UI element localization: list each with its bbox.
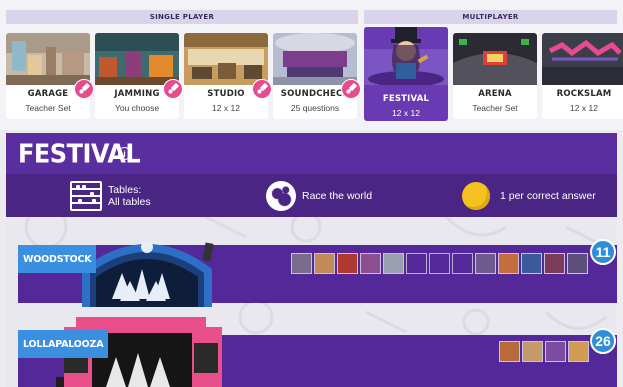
rule-race: Race the world	[266, 180, 372, 212]
mode-name: ARENA	[478, 89, 512, 99]
mode-selector: SINGLE PLAYER MULTIPLAYER GARAGE Teacher…	[0, 0, 623, 130]
rule-tables: Tables: All tables	[70, 180, 151, 212]
festival-thumbnail	[364, 27, 448, 85]
player-avatar[interactable]	[291, 253, 312, 274]
coins-label: 1 per correct answer	[500, 190, 596, 202]
mode-tile-festival[interactable]: FESTIVAL 12 x 12	[364, 27, 448, 121]
multiplayer-header: MULTIPLAYER	[364, 10, 617, 24]
mode-setting: Teacher Set	[472, 103, 518, 113]
player-avatar[interactable]	[521, 253, 542, 274]
festival-lanes: WOODSTOCK 11 LOLLAPALOOZA 26	[6, 217, 617, 387]
player-avatar[interactable]	[522, 341, 543, 362]
lollapalooza-players	[499, 341, 591, 363]
garage-thumbnail	[6, 33, 90, 85]
guitar-icon	[163, 79, 183, 99]
mode-tile-rockslam[interactable]: ROCKSLAM 12 x 12	[542, 33, 623, 119]
player-avatar[interactable]	[383, 253, 404, 274]
globe-icon	[266, 181, 296, 211]
rockslam-thumbnail	[542, 33, 623, 85]
player-avatar[interactable]	[568, 341, 589, 362]
empty-slot	[406, 253, 427, 274]
rule-coins: 1 per correct answer	[462, 180, 596, 212]
race-label: Race the world	[302, 190, 373, 202]
mode-tile-garage[interactable]: GARAGE Teacher Set	[6, 33, 94, 119]
mode-setting: 12 x 12	[392, 108, 420, 118]
lane-name-woodstock: WOODSTOCK	[18, 245, 97, 273]
mode-tile-jamming[interactable]: JAMMING You choose	[95, 33, 183, 119]
player-avatar[interactable]	[337, 253, 358, 274]
abacus-icon	[70, 181, 102, 211]
studio-thumbnail	[184, 33, 268, 85]
player-avatar[interactable]	[499, 341, 520, 362]
soundcheck-thumbnail	[273, 33, 357, 85]
empty-slot	[452, 253, 473, 274]
tables-label: Tables:	[108, 184, 142, 196]
player-count-badge: 11	[590, 239, 616, 265]
player-avatar[interactable]	[545, 341, 566, 362]
player-count-badge: 26	[590, 328, 616, 354]
mode-setting: 12 x 12	[212, 103, 240, 113]
player-avatar[interactable]	[544, 253, 565, 274]
jamming-thumbnail	[95, 33, 179, 85]
game-rules-bar: Tables: All tables Race the world 1 per …	[6, 174, 617, 217]
woodstock-players	[291, 253, 591, 275]
player-avatar[interactable]	[567, 253, 588, 274]
festival-panel-header: FESTIVAL i	[6, 133, 617, 174]
info-icon[interactable]: i	[118, 147, 131, 160]
mode-tile-studio[interactable]: STUDIO 12 x 12	[184, 33, 272, 119]
mode-name: ROCKSLAM	[556, 89, 612, 99]
lane-name-lollapalooza: LOLLAPALOOZA	[18, 330, 109, 358]
empty-slot	[429, 253, 450, 274]
mode-setting: 12 x 12	[570, 103, 598, 113]
guitar-icon	[74, 79, 94, 99]
mode-setting: 25 questions	[290, 103, 340, 113]
player-avatar[interactable]	[498, 253, 519, 274]
single-player-header: SINGLE PLAYER	[6, 10, 358, 24]
arena-thumbnail	[453, 33, 537, 85]
mode-tile-soundcheck[interactable]: SOUNDCHECK 25 questions	[273, 33, 361, 119]
tables-value: All tables	[108, 196, 151, 208]
player-avatar[interactable]	[314, 253, 335, 274]
mode-setting: Teacher Set	[25, 103, 71, 113]
mode-setting: You choose	[114, 103, 160, 113]
coin-icon	[462, 182, 490, 210]
player-avatar[interactable]	[475, 253, 496, 274]
mode-name: FESTIVAL	[382, 94, 430, 104]
mode-tile-arena[interactable]: ARENA Teacher Set	[453, 33, 537, 119]
guitar-icon	[252, 79, 272, 99]
player-avatar[interactable]	[360, 253, 381, 274]
guitar-icon	[341, 79, 361, 99]
